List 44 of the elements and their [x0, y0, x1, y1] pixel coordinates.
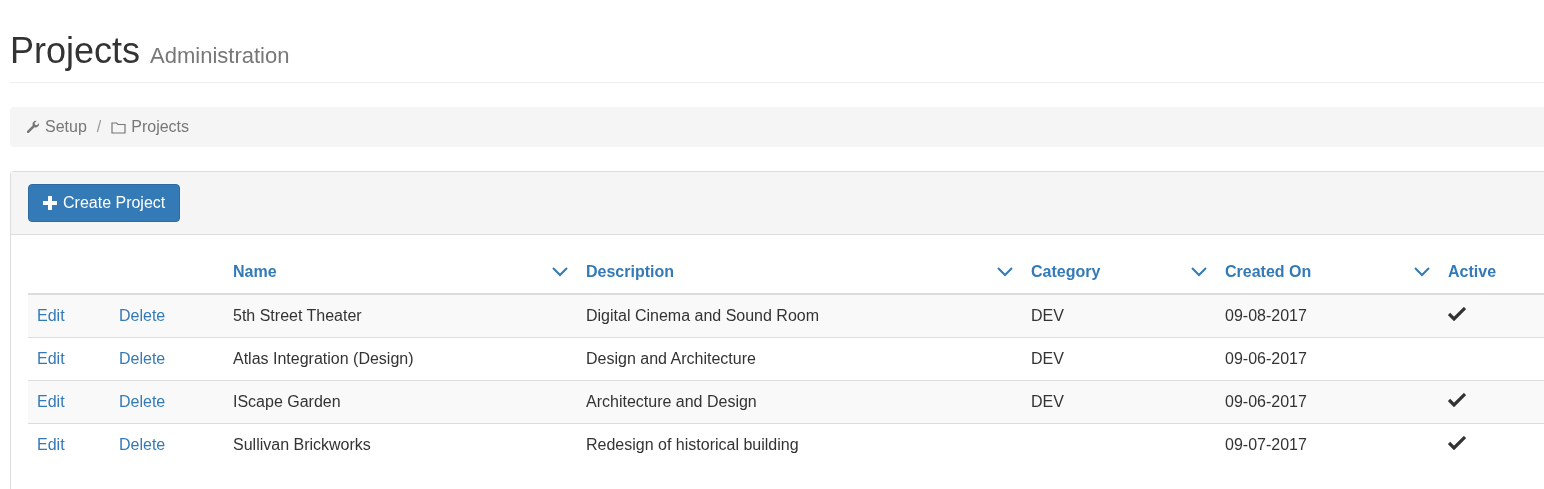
table-cell: Sullivan Brickworks — [233, 436, 371, 453]
table-cell: IScape Garden — [233, 393, 341, 410]
table-cell: 09-07-2017 — [1225, 436, 1307, 453]
table-cell: 09-08-2017 — [1225, 307, 1307, 324]
table-cell: 5th Street Theater — [233, 307, 362, 324]
table-cell: DEV — [1031, 307, 1064, 324]
column-header[interactable]: Name — [233, 263, 277, 281]
checkmark-icon — [1448, 393, 1466, 407]
table-cell: Atlas Integration (Design) — [233, 350, 414, 367]
delete-link[interactable]: Delete — [119, 307, 166, 324]
breadcrumb-separator: / — [95, 118, 103, 136]
chevron-down-icon[interactable] — [1414, 267, 1430, 277]
table-cell: Redesign of historical building — [586, 436, 799, 453]
wrench-icon — [26, 120, 40, 134]
checkmark-icon — [1448, 307, 1466, 321]
edit-link[interactable]: Edit — [37, 393, 65, 410]
table-cell: 09-06-2017 — [1225, 350, 1307, 367]
table-cell: 09-06-2017 — [1225, 393, 1307, 410]
edit-link[interactable]: Edit — [37, 307, 65, 324]
chevron-down-icon[interactable] — [997, 267, 1013, 277]
edit-link[interactable]: Edit — [37, 350, 65, 367]
page-subtitle: Administration — [150, 43, 290, 69]
column-header[interactable]: Category — [1031, 263, 1101, 281]
page-title: Projects — [10, 30, 141, 72]
breadcrumb-link[interactable]: Setup — [45, 118, 87, 136]
breadcrumb-link[interactable]: Projects — [131, 118, 190, 136]
edit-link[interactable]: Edit — [37, 436, 65, 453]
delete-link[interactable]: Delete — [119, 393, 166, 410]
table-cell: Digital Cinema and Sound Room — [586, 307, 819, 324]
plus-icon — [43, 196, 57, 210]
delete-link[interactable]: Delete — [119, 350, 166, 367]
create-project-button[interactable]: Create Project — [28, 184, 181, 222]
folder-icon — [111, 120, 127, 134]
table-cell: DEV — [1031, 393, 1064, 410]
column-header[interactable]: Description — [586, 263, 674, 281]
delete-link[interactable]: Delete — [119, 436, 166, 453]
checkmark-icon — [1448, 436, 1466, 450]
column-header[interactable]: Created On — [1225, 263, 1312, 281]
table-cell: Design and Architecture — [586, 350, 756, 367]
chevron-down-icon[interactable] — [552, 267, 568, 277]
chevron-down-icon[interactable] — [1191, 267, 1207, 277]
column-header[interactable]: Active — [1448, 263, 1497, 281]
table-cell: DEV — [1031, 350, 1064, 367]
table-cell: Architecture and Design — [586, 393, 757, 410]
